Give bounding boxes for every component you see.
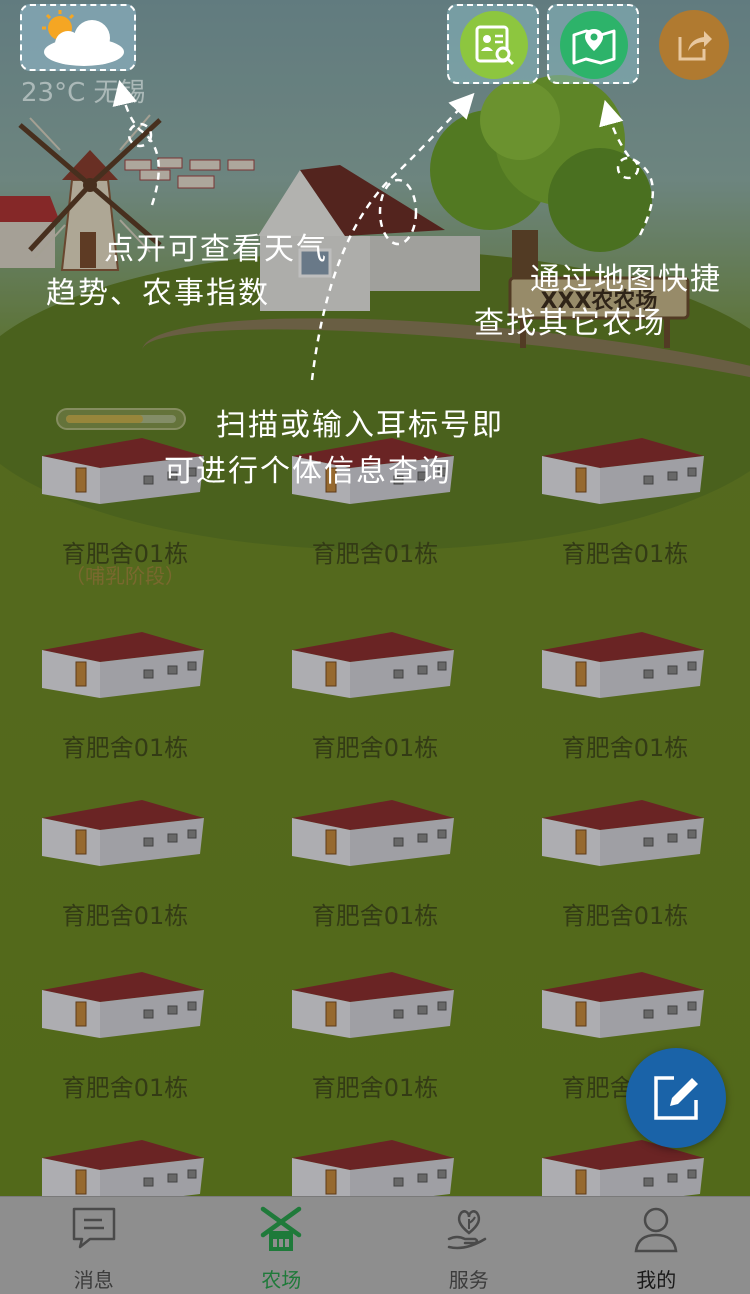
- bottom-tab-bar: 消息 农场 服务 我的: [0, 1196, 750, 1294]
- tab-services[interactable]: 服务: [375, 1197, 563, 1294]
- message-icon: [72, 1207, 115, 1249]
- edit-fab-button[interactable]: [626, 1048, 726, 1148]
- scan-guide-text: 扫描或输入耳标号即: [216, 408, 504, 443]
- barn-icon: [42, 800, 204, 866]
- barn-icon: [292, 800, 454, 866]
- tab-mine[interactable]: 我的: [563, 1197, 750, 1294]
- farm-windmill-icon: [261, 1206, 302, 1251]
- user-icon: [634, 1207, 678, 1253]
- tab-label: 服务: [448, 1268, 489, 1292]
- barn-icon: [42, 972, 204, 1038]
- service-hand-icon: [447, 1210, 486, 1250]
- barn-icon: [42, 1140, 204, 1196]
- barn-label: 育肥舍01栋: [311, 1074, 439, 1102]
- edit-icon: [654, 1076, 698, 1120]
- tab-label: 我的: [636, 1268, 677, 1292]
- barn-icon: [542, 632, 704, 698]
- barn-label: 育肥舍01栋: [561, 540, 689, 568]
- tab-farm[interactable]: 农场: [188, 1197, 376, 1294]
- barn-icon: [292, 632, 454, 698]
- barn-label: 育肥舍01栋: [561, 902, 689, 930]
- barn-label: 育肥舍01栋: [311, 540, 439, 568]
- barn-label: 育肥舍01栋: [311, 902, 439, 930]
- barn-icon: [542, 1140, 704, 1196]
- barn-icon: [542, 972, 704, 1038]
- scan-guide-text-2: 可进行个体信息查询: [164, 454, 452, 489]
- barn-label: 育肥舍01栋: [561, 734, 689, 762]
- barn-label: 育肥舍01栋: [311, 734, 439, 762]
- barn-icon: [292, 972, 454, 1038]
- barn-label: 育肥舍01栋: [61, 734, 189, 762]
- map-guide-text: 通过地图快捷: [530, 262, 722, 297]
- barn-stage-label: （哺乳阶段）: [65, 564, 185, 588]
- barn-label: 育肥舍01栋: [61, 1074, 189, 1102]
- weather-guide-text-2: 趋势、农事指数: [46, 276, 270, 311]
- map-guide-text-2: 查找其它农场: [474, 306, 666, 341]
- barn-label: 育肥舍01栋: [61, 902, 189, 930]
- weather-guide-text: 点开可查看天气: [104, 232, 328, 267]
- tab-label: 农场: [261, 1268, 302, 1292]
- tab-label: 消息: [73, 1268, 114, 1292]
- tab-messages[interactable]: 消息: [0, 1197, 188, 1294]
- barn-icon: [542, 800, 704, 866]
- barn-icon: [292, 1140, 454, 1196]
- barn-icon: [42, 632, 204, 698]
